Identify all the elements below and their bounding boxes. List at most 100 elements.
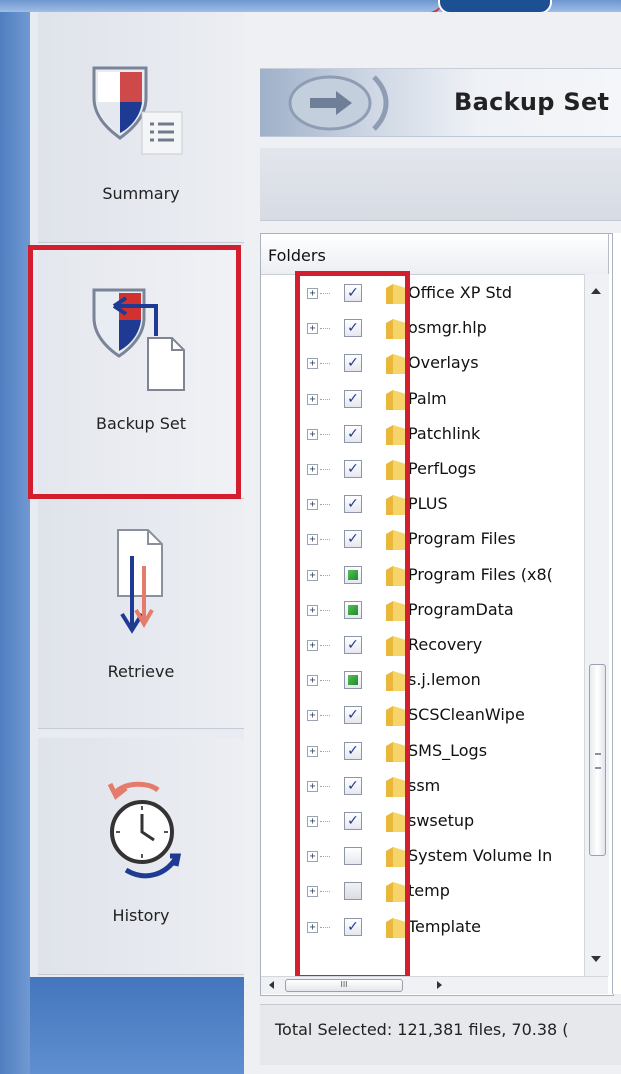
expand-plus-icon[interactable]: +	[307, 323, 318, 335]
folder-checkbox[interactable]: ✓	[344, 741, 362, 760]
tree-row[interactable]: + ✓ Palm	[300, 385, 580, 417]
expand-plus-icon[interactable]: +	[307, 745, 318, 757]
column-divider[interactable]	[608, 234, 609, 274]
folder-checkbox[interactable]: ✓	[344, 460, 362, 478]
folder-icon	[386, 284, 406, 304]
vertical-scroll-thumb[interactable]	[589, 664, 606, 856]
expand-plus-icon[interactable]: +	[307, 921, 318, 933]
folder-checkbox[interactable]	[344, 600, 362, 619]
tree-row[interactable]: + ✓ PerfLogs	[300, 455, 580, 487]
folder-checkbox[interactable]	[344, 671, 362, 690]
tree-connector	[320, 785, 330, 787]
folder-icon	[386, 354, 406, 375]
tree-row[interactable]: + ✓ Template	[300, 913, 580, 945]
folder-checkbox[interactable]: ✓	[344, 424, 362, 443]
retrieve-icon	[117, 529, 163, 634]
tree-connector	[320, 926, 330, 928]
nav-item-history[interactable]: History	[38, 738, 244, 975]
expand-plus-icon[interactable]: +	[307, 358, 318, 370]
tree-connector	[320, 328, 330, 330]
tree-row[interactable]: + s.j.lemon	[300, 666, 580, 698]
expand-plus-icon[interactable]: +	[307, 499, 318, 511]
nav-item-retrieve[interactable]: Retrieve	[38, 500, 244, 729]
folder-checkbox[interactable]	[344, 565, 362, 584]
folder-checkbox[interactable]: ✓	[344, 706, 362, 725]
folder-name: SMS_Logs	[408, 740, 488, 760]
tree-row[interactable]: + ✓ SCSCleanWipe	[300, 701, 580, 733]
expand-plus-icon[interactable]: +	[307, 288, 318, 299]
tree-row[interactable]: + ✓ PLUS	[300, 490, 580, 522]
tree-connector	[320, 469, 330, 470]
folder-icon	[386, 495, 406, 516]
tree-connector	[320, 363, 330, 365]
folder-checkbox[interactable]: ✓	[344, 776, 362, 795]
folder-checkbox[interactable]: ✓	[344, 354, 362, 373]
folder-checkbox[interactable]: ✓	[344, 319, 362, 338]
folder-checkbox[interactable]	[344, 882, 362, 901]
vertical-scrollbar[interactable]	[584, 274, 609, 976]
scroll-down-icon[interactable]	[591, 956, 601, 962]
folder-icon	[386, 776, 406, 797]
tree-row[interactable]: + ✓ ssm	[300, 772, 580, 804]
folder-icon	[386, 917, 406, 938]
expand-plus-icon[interactable]: +	[307, 816, 318, 827]
folder-checkbox[interactable]: ✓	[344, 636, 362, 654]
folder-checkbox[interactable]: ✓	[344, 812, 362, 830]
file-list-pane[interactable]	[612, 233, 621, 994]
folder-name: Palm	[408, 388, 447, 408]
folder-icon	[386, 671, 406, 692]
scroll-right-icon[interactable]	[437, 981, 442, 989]
folder-name: swsetup	[408, 811, 475, 830]
nav-footer	[30, 977, 244, 1074]
expand-plus-icon[interactable]: +	[307, 780, 318, 792]
expand-plus-icon[interactable]: +	[307, 604, 318, 616]
folder-name: s.j.lemon	[408, 670, 481, 690]
tree-connector	[320, 750, 330, 752]
folder-checkbox[interactable]: ✓	[344, 389, 362, 408]
tree-row[interactable]: + System Volume In	[300, 842, 580, 874]
folder-checkbox[interactable]: ✓	[344, 917, 362, 936]
toolbar-strip	[260, 148, 621, 221]
tree-connector	[320, 574, 330, 576]
expand-plus-icon[interactable]: +	[307, 534, 318, 546]
tree-row[interactable]: + ✓ Overlays	[300, 349, 580, 381]
folder-checkbox[interactable]: ✓	[344, 530, 362, 549]
tree-connector	[320, 293, 330, 294]
arrow-right-icon	[288, 75, 389, 131]
summary-icon	[92, 66, 183, 155]
folder-icon	[386, 847, 406, 868]
tree-connector	[320, 856, 330, 858]
scroll-left-icon[interactable]	[269, 981, 274, 989]
expand-plus-icon[interactable]: +	[307, 464, 318, 475]
folder-icon	[386, 600, 406, 621]
expand-plus-icon[interactable]: +	[307, 675, 318, 687]
folder-checkbox[interactable]: ✓	[344, 495, 362, 514]
expand-plus-icon[interactable]: +	[307, 393, 318, 405]
tree-row[interactable]: + ProgramData	[300, 596, 580, 628]
tree-row[interactable]: + ✓ osmgr.hlp	[300, 314, 580, 346]
folder-checkbox[interactable]: ✓	[344, 284, 362, 302]
horizontal-scrollbar[interactable]: III	[261, 976, 608, 994]
tree-row[interactable]: + ✓ Patchlink	[300, 420, 580, 452]
scroll-up-icon[interactable]	[591, 288, 601, 294]
nav-item-summary[interactable]: Summary	[38, 12, 244, 243]
expand-plus-icon[interactable]: +	[307, 428, 318, 440]
horizontal-scroll-thumb[interactable]: III	[285, 979, 403, 992]
tree-row[interactable]: + ✓ swsetup	[300, 807, 580, 839]
tree-connector	[320, 609, 330, 611]
tree-row[interactable]: + ✓ Program Files	[300, 525, 580, 557]
tree-connector	[320, 539, 330, 541]
folder-icon	[386, 812, 406, 832]
expand-plus-icon[interactable]: +	[307, 851, 318, 863]
expand-plus-icon[interactable]: +	[307, 569, 318, 581]
tree-row[interactable]: + temp	[300, 877, 580, 909]
expand-plus-icon[interactable]: +	[307, 886, 318, 898]
tree-row[interactable]: + ✓ Recovery	[300, 631, 580, 663]
expand-plus-icon[interactable]: +	[307, 710, 318, 722]
tree-row[interactable]: + ✓ SMS_Logs	[300, 737, 580, 769]
expand-plus-icon[interactable]: +	[307, 640, 318, 651]
tree-row[interactable]: + ✓ Office XP Std	[300, 279, 580, 311]
scroll-grip-icon	[595, 753, 601, 769]
tree-row[interactable]: + Program Files (x8(	[300, 561, 580, 593]
folder-checkbox[interactable]	[344, 847, 362, 866]
